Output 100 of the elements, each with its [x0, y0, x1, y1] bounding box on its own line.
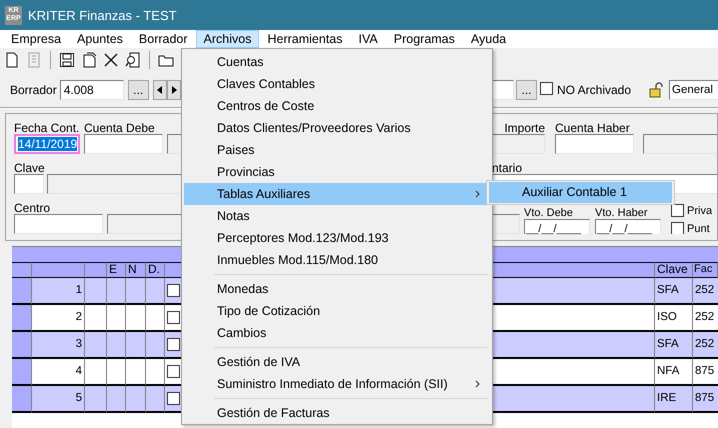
table-cell [107, 278, 126, 305]
table-cell: SFA [655, 278, 693, 305]
column-header[interactable]: Clave [655, 262, 693, 278]
input-field[interactable] [84, 134, 163, 154]
column-header[interactable] [32, 262, 85, 278]
triangle-left-icon [156, 86, 163, 94]
table-cell [107, 332, 126, 359]
row-header[interactable] [12, 359, 32, 386]
previous-button[interactable] [152, 80, 167, 100]
menu-item[interactable]: Gestión de Facturas [184, 402, 490, 424]
copy-icon[interactable] [81, 52, 97, 68]
checkbox-label: Priva [687, 204, 712, 216]
checkbox[interactable] [167, 338, 180, 351]
menu-item[interactable]: Suministro Inmediato de Información (SII) [184, 373, 490, 395]
input-field[interactable] [167, 134, 181, 154]
table-cell: 252 [693, 278, 718, 305]
checkbox[interactable] [671, 204, 684, 217]
table-cell: 252 [693, 332, 718, 359]
input-field[interactable]: __/__/____ [595, 219, 661, 234]
field-label: Clave [14, 162, 44, 174]
menu-item[interactable]: Provincias [184, 161, 490, 183]
checkbox[interactable] [540, 82, 553, 95]
row-header[interactable] [12, 386, 32, 413]
menu-bar-item[interactable]: Programas [386, 30, 463, 48]
checkbox-label: Punt [687, 222, 710, 234]
delete-icon[interactable] [103, 52, 119, 68]
field-label: Importe [503, 122, 545, 134]
table-cell [126, 332, 146, 359]
menu-item[interactable]: Paises [184, 139, 490, 161]
save-icon[interactable] [59, 52, 75, 68]
input-field[interactable] [47, 174, 181, 194]
browse-button[interactable]: ... [516, 80, 537, 100]
input-field[interactable] [14, 214, 103, 234]
input-field[interactable] [14, 174, 44, 194]
input-field[interactable] [492, 80, 514, 100]
field-label: Cuenta Haber [555, 122, 631, 134]
chevron-right-icon [475, 190, 480, 198]
menu-bar-item[interactable]: Archivos [196, 30, 260, 48]
menu-item[interactable]: Cuentas [184, 51, 490, 73]
menu-item[interactable]: Monedas [184, 278, 490, 300]
chevron-right-icon [475, 380, 480, 388]
input-field[interactable] [107, 214, 181, 234]
field-label: Cuenta Debe [84, 122, 156, 134]
column-header[interactable] [12, 262, 32, 278]
menu-item[interactable]: Cambios [184, 322, 490, 344]
table-cell [85, 278, 107, 305]
field-label: ntario [492, 162, 524, 174]
menu-bar-item[interactable]: Apuntes [69, 30, 131, 48]
table-cell: 3 [32, 332, 85, 359]
input-field[interactable]: 4.008 [60, 80, 124, 100]
column-header[interactable] [85, 262, 107, 278]
table-cell: 1 [32, 278, 85, 305]
menu-item[interactable]: Claves Contables [184, 73, 490, 95]
column-header[interactable]: N [126, 262, 146, 278]
checkbox[interactable] [167, 365, 180, 378]
checkbox[interactable] [167, 311, 180, 324]
table-cell: SFA [655, 332, 693, 359]
browse-button[interactable]: ... [128, 80, 149, 100]
menu-item[interactable]: Auxiliar Contable 1 [489, 182, 672, 203]
input-field[interactable] [555, 134, 634, 154]
input-field[interactable] [492, 214, 520, 234]
column-header[interactable]: E [107, 262, 126, 278]
menu-bar-item[interactable]: Ayuda [462, 30, 514, 48]
triangle-right-icon [170, 86, 177, 94]
row-header[interactable] [12, 332, 32, 359]
table-cell: IRE [655, 386, 693, 413]
table-cell [107, 386, 126, 413]
field-label: Borrador [10, 83, 57, 97]
row-header[interactable] [12, 305, 32, 332]
row-header[interactable] [12, 278, 32, 305]
menu-item[interactable]: Datos Clientes/Proveedores Varios [184, 117, 490, 139]
field-label: Vto. Debe [524, 207, 574, 219]
window-title: KRITER Finanzas - TEST [28, 8, 177, 22]
menu-item[interactable]: Centros de Coste [184, 95, 490, 117]
checkbox-label: NO Archivado [557, 83, 632, 97]
checkbox[interactable] [167, 392, 180, 405]
date-field[interactable]: 14/11/2019 [14, 134, 80, 154]
menu-item[interactable]: Perceptores Mod.123/Mod.193 [184, 227, 490, 249]
table-cell [85, 386, 107, 413]
menu-bar-item[interactable]: Borrador [130, 30, 196, 48]
column-header[interactable]: Fac [693, 262, 718, 278]
preview-icon[interactable] [125, 52, 141, 68]
menu-bar-item[interactable]: IVA [350, 30, 386, 48]
input-field[interactable] [643, 134, 717, 154]
table-cell [126, 386, 146, 413]
checkbox[interactable] [671, 222, 684, 234]
menu-item[interactable]: Gestión de IVA [184, 351, 490, 373]
new-icon[interactable] [4, 52, 20, 68]
menu-bar-item[interactable]: Empresa [3, 30, 70, 48]
input-field[interactable]: __/__/____ [524, 219, 590, 234]
input-field[interactable] [492, 134, 545, 154]
menu-item[interactable]: Tipo de Cotización [184, 300, 490, 322]
column-header[interactable]: D. [146, 262, 165, 278]
next-button[interactable] [166, 80, 181, 100]
menu-item[interactable]: Inmuebles Mod.115/Mod.180 [184, 249, 490, 271]
menu-item[interactable]: Notas [184, 205, 490, 227]
checkbox[interactable] [167, 284, 180, 297]
field-label: Vto. Haber [595, 207, 649, 219]
menu-bar-item[interactable]: Herramientas [259, 30, 351, 48]
input-field[interactable]: General [669, 80, 718, 100]
